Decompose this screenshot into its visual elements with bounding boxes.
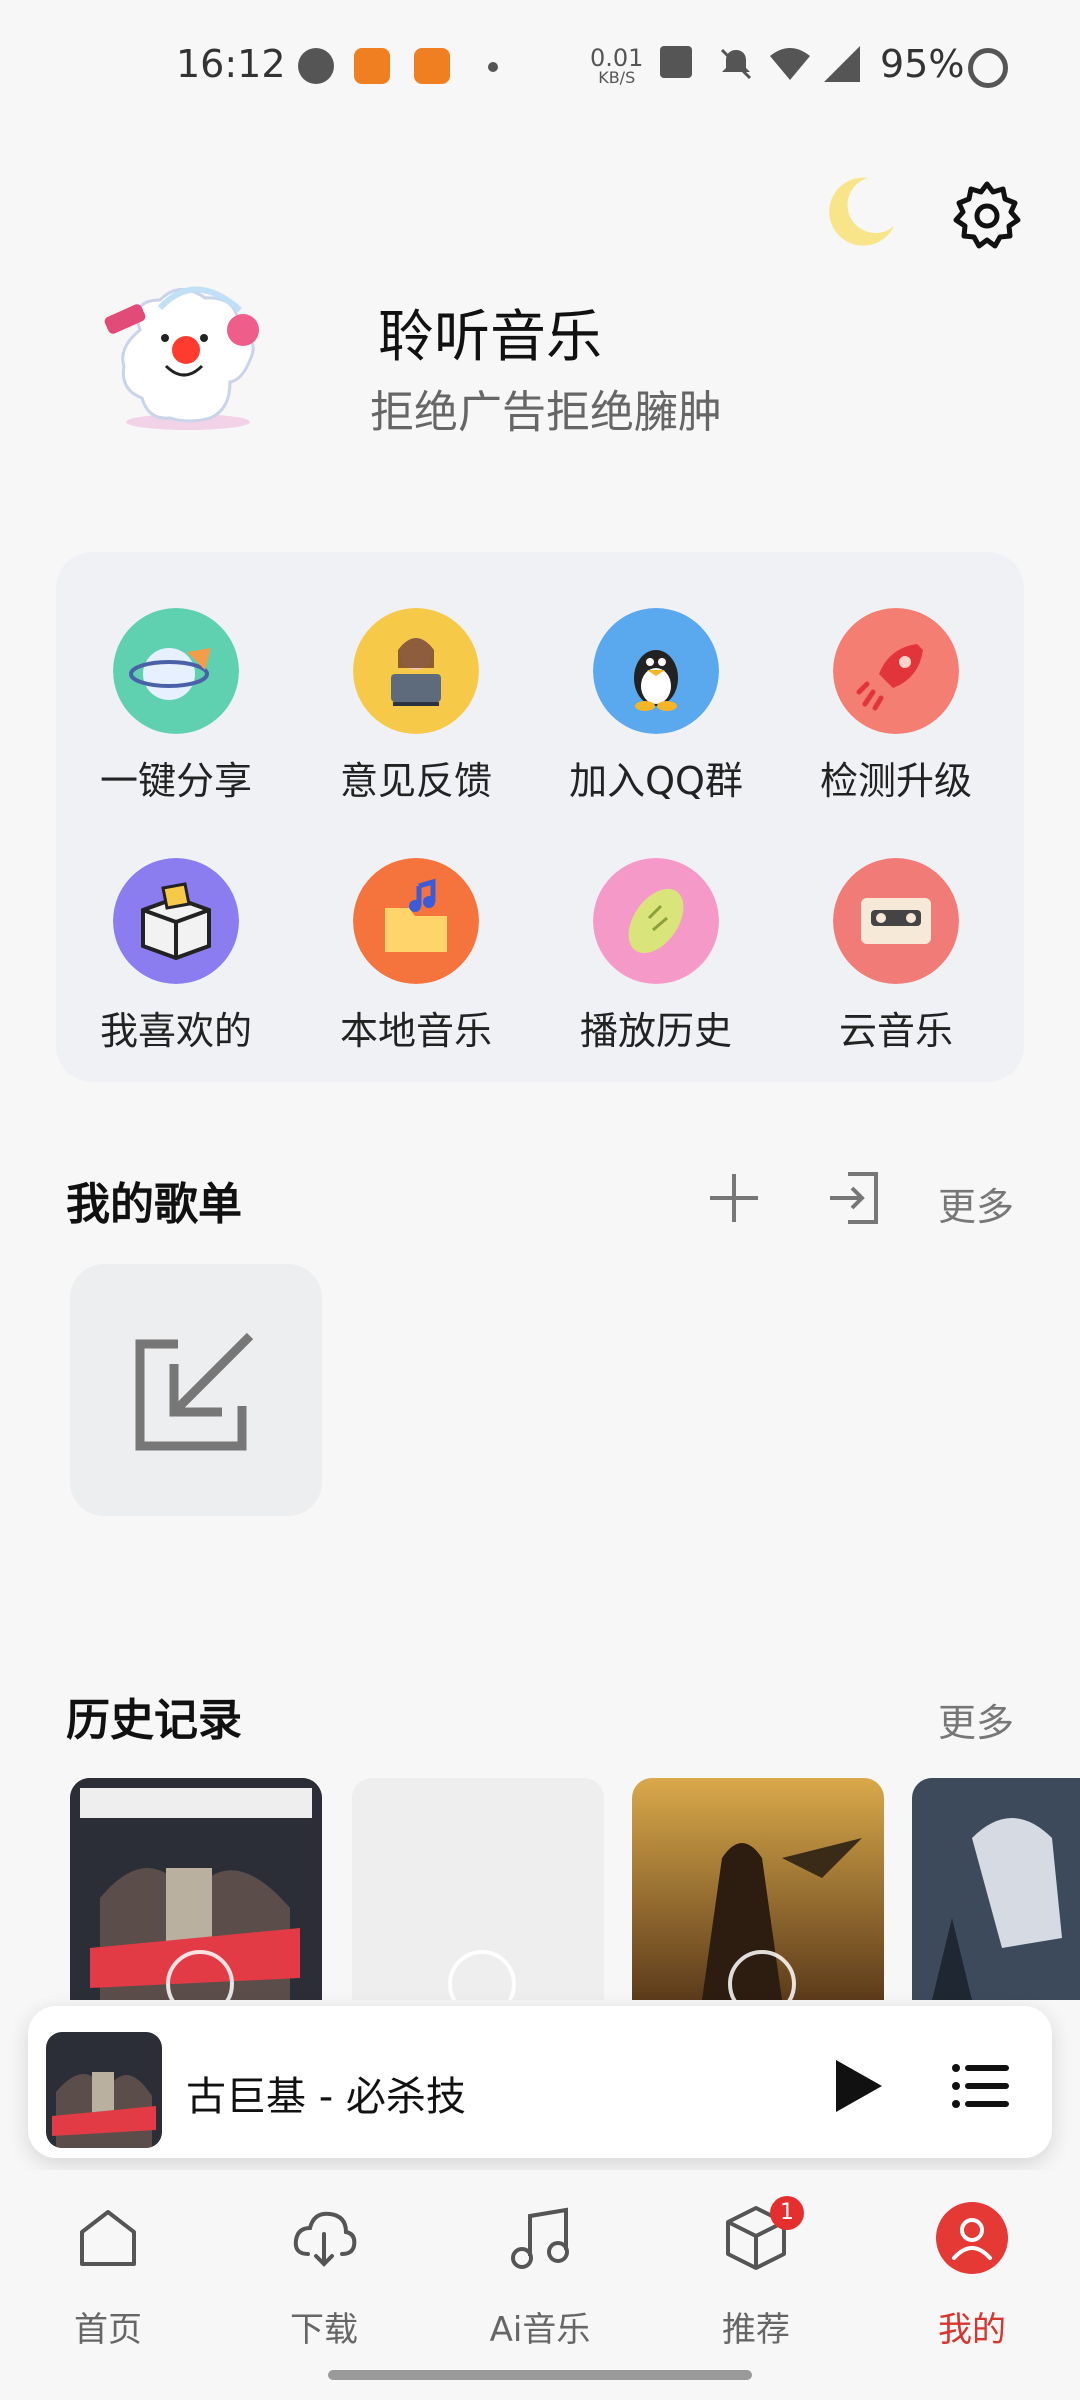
mini-player[interactable]: 古巨基 - 必杀技 bbox=[28, 2006, 1052, 2158]
playlists-more-link[interactable]: 更多 bbox=[938, 1176, 1014, 1231]
share-icon bbox=[113, 608, 239, 734]
import-playlist-tile[interactable] bbox=[70, 1264, 322, 1516]
tab-label: 下载 bbox=[290, 2310, 358, 2350]
tab-ai-music[interactable]: Ai音乐 bbox=[450, 2202, 630, 2350]
feature-grid: 一键分享 意见反馈 加入QQ群 检测升级 我喜欢的 本地音乐 播放历史 云音乐 bbox=[56, 552, 1024, 1082]
tab-mine[interactable]: 我的 bbox=[882, 2202, 1062, 2350]
grid-item-local-music[interactable]: 本地音乐 bbox=[296, 802, 536, 1053]
import-playlist-icon[interactable] bbox=[826, 1170, 882, 1226]
import-arrow-icon bbox=[135, 1332, 254, 1451]
grid-item-label: 播放历史 bbox=[579, 1009, 732, 1053]
rocket-icon bbox=[833, 608, 959, 734]
grid-item-check-update[interactable]: 检测升级 bbox=[776, 552, 1016, 803]
history-title: 历史记录 bbox=[66, 1695, 242, 1746]
battery-percent: 95% bbox=[880, 42, 965, 86]
play-icon[interactable] bbox=[828, 2056, 888, 2116]
tab-label: Ai音乐 bbox=[489, 2310, 591, 2350]
battery-icon bbox=[968, 48, 1008, 88]
grid-item-share[interactable]: 一键分享 bbox=[56, 552, 296, 803]
grid-item-label: 意见反馈 bbox=[339, 759, 492, 803]
grid-item-label: 加入QQ群 bbox=[569, 759, 743, 803]
history-more-link[interactable]: 更多 bbox=[938, 1692, 1014, 1747]
bottom-tab-bar: 首页 下载 Ai音乐 1 推荐 我的 bbox=[0, 2170, 1080, 2400]
status-time: 16:12 bbox=[176, 42, 286, 86]
volte-icon bbox=[660, 46, 692, 78]
grid-item-label: 一键分享 bbox=[99, 759, 252, 803]
grid-item-play-history[interactable]: 播放历史 bbox=[536, 802, 776, 1053]
app-title: 聆听音乐 bbox=[378, 305, 602, 370]
play-overlay-icon bbox=[448, 1950, 516, 2000]
tab-label: 首页 bbox=[74, 2310, 142, 2350]
history-item[interactable] bbox=[352, 1778, 604, 2000]
folder-music-icon bbox=[353, 858, 479, 984]
player-album-cover bbox=[46, 2032, 162, 2148]
mascot-logo bbox=[104, 286, 259, 430]
app-notification-icon bbox=[414, 48, 450, 84]
tab-home[interactable]: 首页 bbox=[18, 2202, 198, 2350]
qq-icon bbox=[593, 608, 719, 734]
playlists-title: 我的歌单 bbox=[66, 1179, 242, 1230]
history-icon bbox=[593, 858, 719, 984]
cloud-download-icon bbox=[293, 2211, 357, 2267]
grid-item-label: 本地音乐 bbox=[339, 1009, 492, 1053]
net-speed: 0.01 KB/S bbox=[590, 44, 644, 88]
mute-icon bbox=[720, 48, 752, 80]
wifi-icon bbox=[770, 48, 810, 80]
grid-item-qq-group[interactable]: 加入QQ群 bbox=[536, 552, 776, 803]
tab-recommend[interactable]: 1 推荐 bbox=[666, 2196, 846, 2350]
more-notifications-icon bbox=[488, 62, 498, 72]
grid-item-favorites[interactable]: 我喜欢的 bbox=[56, 802, 296, 1053]
moon-icon[interactable] bbox=[820, 170, 900, 250]
grid-item-feedback[interactable]: 意见反馈 bbox=[296, 552, 536, 803]
history-item[interactable] bbox=[70, 1778, 322, 2000]
app-notification-icon bbox=[354, 48, 390, 84]
home-indicator[interactable] bbox=[328, 2370, 752, 2380]
grid-item-label: 检测升级 bbox=[819, 759, 972, 803]
playlist-queue-icon[interactable] bbox=[948, 2054, 1012, 2118]
app-subtitle: 拒绝广告拒绝臃肿 bbox=[370, 387, 722, 438]
history-item[interactable] bbox=[912, 1778, 1080, 2000]
history-item[interactable] bbox=[632, 1778, 884, 2000]
feedback-icon bbox=[353, 608, 479, 734]
profile-icon bbox=[936, 2202, 1008, 2274]
favorites-box-icon bbox=[113, 858, 239, 984]
gear-icon[interactable] bbox=[950, 178, 1024, 252]
cellular-5g-icon bbox=[824, 46, 860, 82]
album-cover bbox=[912, 1778, 1080, 2000]
tab-label: 我的 bbox=[938, 2310, 1006, 2350]
cassette-icon bbox=[833, 858, 959, 984]
music-note-icon bbox=[511, 2207, 569, 2269]
tab-label: 推荐 bbox=[722, 2310, 790, 2350]
grid-item-label: 云音乐 bbox=[838, 1009, 953, 1053]
player-track-title: 古巨基 - 必杀技 bbox=[186, 2074, 466, 2120]
notification-badge: 1 bbox=[770, 2196, 804, 2230]
grid-item-label: 我喜欢的 bbox=[99, 1009, 252, 1053]
grid-item-cloud-music[interactable]: 云音乐 bbox=[776, 802, 1016, 1053]
add-playlist-icon[interactable] bbox=[706, 1170, 762, 1226]
home-icon bbox=[80, 2210, 136, 2266]
status-bar: 16:12 0.01 KB/S 95% bbox=[0, 0, 1080, 136]
tab-download[interactable]: 下载 bbox=[234, 2202, 414, 2350]
message-notification-icon bbox=[298, 48, 334, 84]
net-speed-value: 0.01 bbox=[590, 44, 644, 72]
